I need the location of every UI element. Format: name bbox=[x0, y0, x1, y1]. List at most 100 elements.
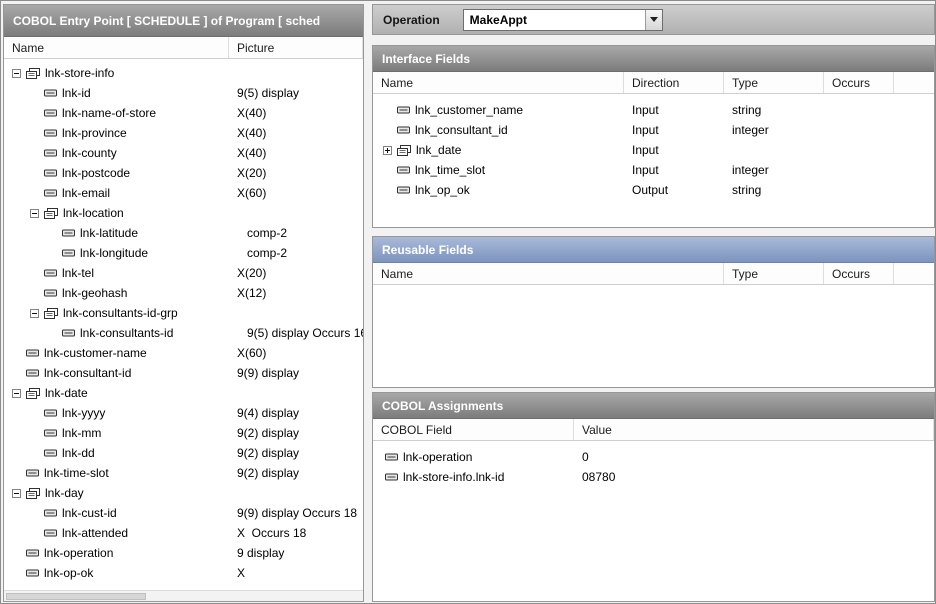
expand-icon[interactable] bbox=[383, 146, 392, 155]
tree-row-lnk-store-info[interactable]: lnk-store-info bbox=[4, 63, 363, 83]
reusable-fields-body bbox=[373, 285, 934, 387]
tree-item-label: lnk-operation bbox=[44, 546, 113, 560]
column-header-name[interactable]: Name bbox=[4, 37, 229, 58]
tree-row-lnk-consultants-id[interactable]: lnk-consultants-id9(5) display Occurs 16 bbox=[4, 323, 363, 343]
picture-cell: 9(9) display Occurs 18 bbox=[229, 506, 363, 520]
collapse-icon[interactable] bbox=[12, 489, 21, 498]
entry-point-panel: COBOL Entry Point [ SCHEDULE ] of Progra… bbox=[3, 4, 364, 602]
tree-name-cell: lnk-consultant-id bbox=[4, 366, 229, 380]
tree-item-label: lnk-customer-name bbox=[44, 346, 147, 360]
field-icon bbox=[44, 449, 57, 457]
field-icon bbox=[44, 409, 57, 417]
operation-dropdown-value: MakeAppt bbox=[464, 10, 645, 30]
interface-field-row-lnk_consultant_id[interactable]: lnk_consultant_idInputinteger bbox=[373, 120, 934, 140]
column-header-occurs[interactable]: Occurs bbox=[824, 72, 894, 93]
tree-row-lnk-latitude[interactable]: lnk-latitudecomp-2 bbox=[4, 223, 363, 243]
tree-item-label: lnk-time-slot bbox=[44, 466, 109, 480]
tree-row-lnk-email[interactable]: lnk-emailX(60) bbox=[4, 183, 363, 203]
field-icon bbox=[44, 429, 57, 437]
direction-cell: Input bbox=[624, 163, 724, 177]
value-cell: 08780 bbox=[574, 470, 934, 484]
tree-row-lnk-op-ok[interactable]: lnk-op-okX bbox=[4, 563, 363, 583]
tree-row-lnk-cust-id[interactable]: lnk-cust-id9(9) display Occurs 18 bbox=[4, 503, 363, 523]
tree-row-lnk-province[interactable]: lnk-provinceX(40) bbox=[4, 123, 363, 143]
column-header-name[interactable]: Name bbox=[373, 263, 724, 284]
tree-name-cell: lnk-date bbox=[4, 386, 229, 400]
field-name-cell: lnk_date bbox=[373, 143, 624, 157]
interface-fields-column-header: Name Direction Type Occurs bbox=[373, 72, 934, 94]
column-header-picture[interactable]: Picture bbox=[229, 37, 363, 58]
tree-item-label: lnk-id bbox=[62, 86, 91, 100]
column-header-name[interactable]: Name bbox=[373, 72, 624, 93]
operation-bar: Operation MakeAppt bbox=[372, 4, 935, 35]
tree-row-lnk-county[interactable]: lnk-countyX(40) bbox=[4, 143, 363, 163]
picture-cell: 9(5) display bbox=[229, 86, 363, 100]
tree-row-lnk-id[interactable]: lnk-id 9(5) display bbox=[4, 83, 363, 103]
field-icon bbox=[26, 569, 39, 577]
tree-row-lnk-operation[interactable]: lnk-operation9 display bbox=[4, 543, 363, 563]
tree-row-lnk-attended[interactable]: lnk-attendedX Occurs 18 bbox=[4, 523, 363, 543]
group-icon bbox=[44, 208, 58, 219]
tree-item-label: lnk-consultants-id bbox=[80, 326, 173, 340]
cobol-field-label: lnk-operation bbox=[403, 450, 472, 464]
tree-row-lnk-mm[interactable]: lnk-mm9(2) display bbox=[4, 423, 363, 443]
picture-cell: 9(2) display bbox=[229, 466, 363, 480]
field-name-cell: lnk_customer_name bbox=[373, 103, 624, 117]
picture-cell: X(40) bbox=[229, 146, 363, 160]
tree-row-lnk-customer-name[interactable]: lnk-customer-nameX(60) bbox=[4, 343, 363, 363]
operation-dropdown[interactable]: MakeAppt bbox=[463, 9, 663, 31]
assignment-row-lnk-operation[interactable]: lnk-operation0 bbox=[373, 447, 934, 467]
tree-name-cell: lnk-op-ok bbox=[4, 566, 229, 580]
field-icon bbox=[385, 453, 398, 461]
collapse-icon[interactable] bbox=[30, 309, 39, 318]
field-icon bbox=[44, 189, 57, 197]
column-header-type[interactable]: Type bbox=[724, 72, 824, 93]
tree-row-lnk-day[interactable]: lnk-day bbox=[4, 483, 363, 503]
field-name-cell: lnk_op_ok bbox=[373, 183, 624, 197]
column-header-occurs[interactable]: Occurs bbox=[824, 263, 894, 284]
interface-field-row-lnk_op_ok[interactable]: lnk_op_okOutputstring bbox=[373, 180, 934, 200]
tree-row-lnk-postcode[interactable]: lnk-postcodeX(20) bbox=[4, 163, 363, 183]
tree-row-lnk-location[interactable]: lnk-location bbox=[4, 203, 363, 223]
tree-row-lnk-date[interactable]: lnk-date bbox=[4, 383, 363, 403]
interface-field-row-lnk_time_slot[interactable]: lnk_time_slotInputinteger bbox=[373, 160, 934, 180]
group-icon bbox=[26, 488, 40, 499]
tree-item-label: lnk-email bbox=[62, 186, 110, 200]
tree-item-label: lnk-day bbox=[45, 486, 84, 500]
group-icon bbox=[26, 68, 40, 79]
tree-row-lnk-tel[interactable]: lnk-telX(20) bbox=[4, 263, 363, 283]
picture-cell: comp-2 bbox=[229, 226, 363, 240]
cobol-field-cell: lnk-store-info.lnk-id bbox=[373, 470, 574, 484]
tree-item-label: lnk-tel bbox=[62, 266, 94, 280]
field-icon bbox=[26, 369, 39, 377]
horizontal-scrollbar[interactable] bbox=[4, 590, 363, 601]
tree-row-lnk-name-of-store[interactable]: lnk-name-of-storeX(40) bbox=[4, 103, 363, 123]
tree-row-lnk-dd[interactable]: lnk-dd9(2) display bbox=[4, 443, 363, 463]
column-header-cobol-field[interactable]: COBOL Field bbox=[373, 419, 574, 440]
assignment-row-lnk-store-info.lnk-id[interactable]: lnk-store-info.lnk-id08780 bbox=[373, 467, 934, 487]
field-icon bbox=[44, 269, 57, 277]
collapse-icon[interactable] bbox=[12, 389, 21, 398]
column-header-type[interactable]: Type bbox=[724, 263, 824, 284]
tree-item-label: lnk-mm bbox=[62, 426, 101, 440]
tree-item-label: lnk-province bbox=[62, 126, 127, 140]
column-header-direction[interactable]: Direction bbox=[624, 72, 724, 93]
tree-row-lnk-geohash[interactable]: lnk-geohashX(12) bbox=[4, 283, 363, 303]
collapse-icon[interactable] bbox=[12, 69, 21, 78]
interface-field-row-lnk_date[interactable]: lnk_dateInput bbox=[373, 140, 934, 160]
picture-cell: 9(2) display bbox=[229, 446, 363, 460]
field-icon bbox=[62, 249, 75, 257]
scrollbar-thumb[interactable] bbox=[6, 593, 146, 600]
tree-row-lnk-consultants-id-grp[interactable]: lnk-consultants-id-grp bbox=[4, 303, 363, 323]
tree-row-lnk-consultant-id[interactable]: lnk-consultant-id9(9) display bbox=[4, 363, 363, 383]
collapse-icon[interactable] bbox=[30, 209, 39, 218]
tree-row-lnk-time-slot[interactable]: lnk-time-slot 9(2) display bbox=[4, 463, 363, 483]
cobol-field-cell: lnk-operation bbox=[373, 450, 574, 464]
interface-field-row-lnk_customer_name[interactable]: lnk_customer_nameInputstring bbox=[373, 100, 934, 120]
dropdown-button[interactable] bbox=[645, 10, 662, 30]
tree-row-lnk-longitude[interactable]: lnk-longitudecomp-2 bbox=[4, 243, 363, 263]
reusable-fields-header: Reusable Fields bbox=[373, 237, 934, 263]
column-header-value[interactable]: Value bbox=[574, 419, 934, 440]
tree-row-lnk-yyyy[interactable]: lnk-yyyy9(4) display bbox=[4, 403, 363, 423]
cobol-assignments-header: COBOL Assignments bbox=[373, 393, 934, 419]
